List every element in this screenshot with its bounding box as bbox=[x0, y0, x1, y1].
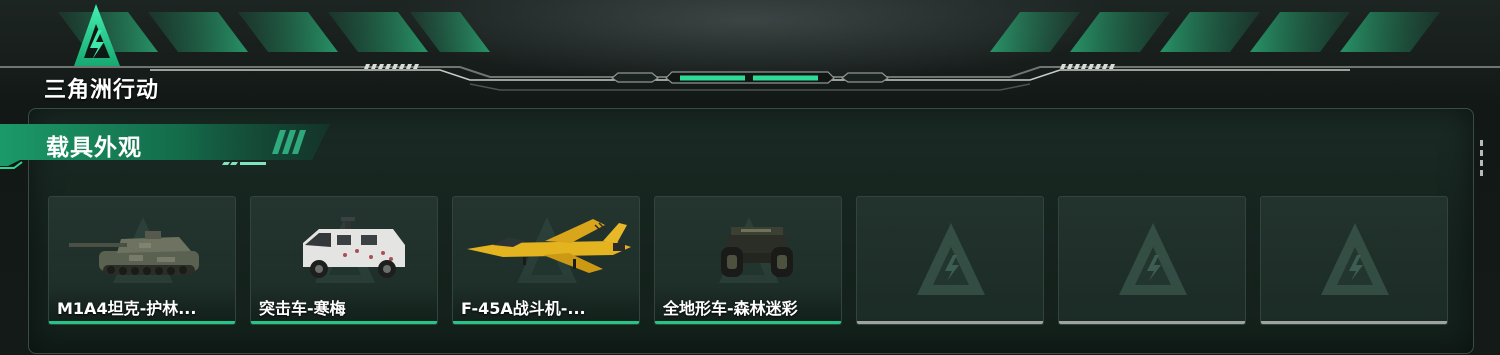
delta-watermark-icon bbox=[1321, 223, 1389, 295]
atv-icon bbox=[721, 227, 793, 277]
vehicle-card-fighter-jet[interactable]: F-45A战斗机-... bbox=[452, 196, 640, 325]
fighter-jet-icon bbox=[467, 219, 631, 273]
delta-watermark-icon bbox=[1119, 223, 1187, 295]
armored-car-icon bbox=[303, 217, 405, 278]
card-underline bbox=[251, 321, 437, 324]
card-underline bbox=[453, 321, 639, 324]
vehicle-card-empty-slot[interactable] bbox=[856, 196, 1044, 325]
game-logo-text: 三角洲行动 bbox=[44, 78, 160, 103]
card-underline bbox=[1261, 321, 1447, 324]
vehicle-card-atv[interactable]: 全地形车-森林迷彩 bbox=[654, 196, 842, 325]
vehicle-card-label: F-45A战斗机-... bbox=[461, 299, 586, 318]
card-underline bbox=[655, 321, 841, 324]
header-decoration bbox=[0, 12, 1500, 91]
card-underline bbox=[1059, 321, 1245, 324]
scroll-indicator[interactable] bbox=[1480, 140, 1486, 180]
delta-watermark-icon bbox=[917, 223, 985, 295]
card-underline bbox=[857, 321, 1043, 324]
vehicle-card-armored-car[interactable]: 突击车-寒梅 bbox=[250, 196, 438, 325]
card-underline bbox=[49, 321, 235, 324]
vehicle-card-empty-slot[interactable] bbox=[1260, 196, 1448, 325]
vehicle-card-tank[interactable]: M1A4坦克-护林... bbox=[48, 196, 236, 325]
vehicle-card-label: 突击车-寒梅 bbox=[259, 299, 346, 318]
vehicle-card-label: 全地形车-森林迷彩 bbox=[663, 299, 798, 318]
tank-icon bbox=[69, 231, 199, 275]
vehicle-card-empty-slot[interactable] bbox=[1058, 196, 1246, 325]
vehicle-skins-screen: 三角洲行动 载具外观 M1A4坦克-护林... 突击车-寒梅 F-45A战斗机-… bbox=[0, 0, 1500, 355]
section-title: 载具外观 bbox=[46, 135, 142, 161]
vehicle-card-label: M1A4坦克-护林... bbox=[57, 299, 197, 318]
